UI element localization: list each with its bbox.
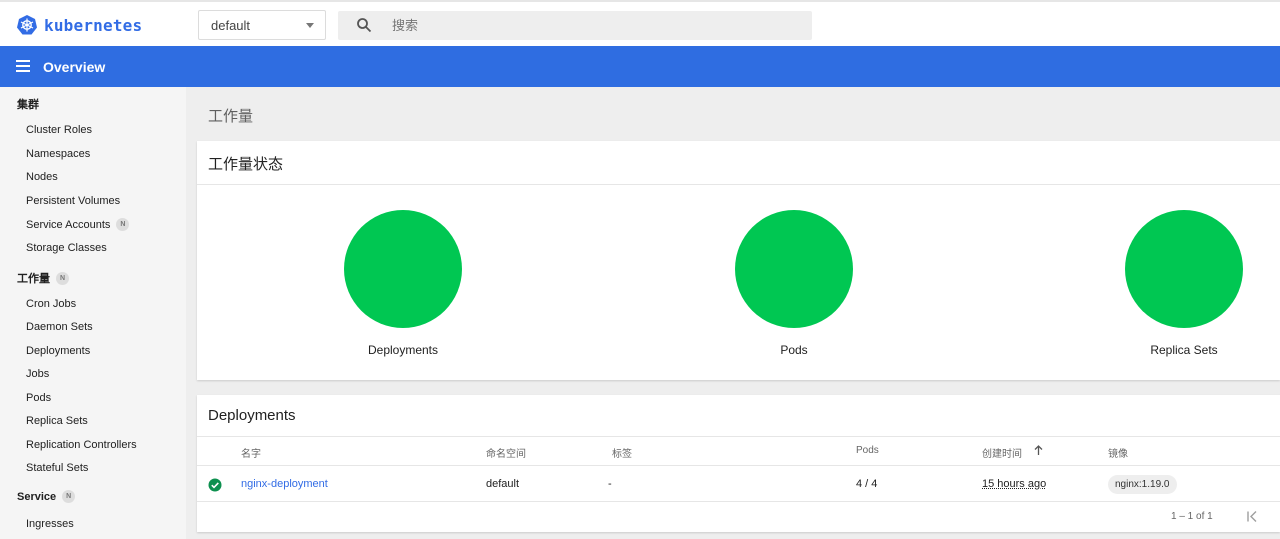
sidebar-item-jobs[interactable]: Jobs: [26, 368, 49, 380]
brand-name: kubernetes: [44, 15, 143, 35]
replica-sets-chart-label: Replica Sets: [1150, 343, 1218, 357]
divider: [197, 501, 1280, 502]
column-header-namespace: 命名空间: [486, 449, 526, 460]
sidebar-item-label: Pods: [26, 392, 52, 404]
namespaced-badge: N: [56, 271, 69, 285]
sidebar-item-nodes[interactable]: Nodes: [26, 171, 58, 183]
column-header-pods: Pods: [856, 445, 879, 456]
deployments-card: Deployments 名字 命名空间 标签 Pods 创建时间 镜像 ngin…: [197, 395, 1280, 532]
namespace-cell: default: [486, 478, 520, 490]
sidebar-item-stateful-sets[interactable]: Stateful Sets: [26, 462, 88, 474]
sidebar-item-ingresses[interactable]: Ingresses: [26, 518, 74, 530]
search-input[interactable]: [392, 11, 792, 40]
sidebar-item-namespaces[interactable]: Namespaces: [26, 148, 90, 160]
sidebar: 集群 Cluster Roles Namespaces Nodes Persis…: [0, 87, 186, 539]
column-header-labels: 标签: [612, 449, 632, 460]
first-page-icon[interactable]: [1246, 510, 1260, 523]
sidebar-item-cluster-roles[interactable]: Cluster Roles: [26, 124, 92, 136]
brand-logo[interactable]: kubernetes: [16, 14, 142, 36]
sidebar-item-pods[interactable]: Pods: [26, 392, 51, 404]
menu-icon[interactable]: [16, 60, 30, 72]
sidebar-item-storage-classes[interactable]: Storage Classes: [26, 242, 107, 254]
divider: [197, 436, 1280, 437]
page-title: 工作量: [208, 108, 254, 125]
workload-status-card: 工作量状态 Deployments Pods Replica Sets: [197, 141, 1280, 380]
sidebar-section-cluster[interactable]: 集群: [17, 96, 39, 112]
arrow-up-icon[interactable]: [1034, 445, 1043, 455]
sidebar-item-replication-controllers[interactable]: Replication Controllers: [26, 439, 137, 451]
sidebar-item-replica-sets[interactable]: Replica Sets: [26, 415, 88, 427]
sidebar-item-cron-jobs[interactable]: Cron Jobs: [26, 298, 76, 310]
namespace-value: default: [211, 18, 251, 33]
card-title: Deployments: [208, 407, 296, 424]
sidebar-item-persistent-volumes[interactable]: Persistent Volumes: [26, 195, 120, 207]
image-chip: nginx:1.19.0: [1108, 475, 1177, 494]
sidebar-item-label: Replication Controllers: [26, 439, 137, 451]
sidebar-section-label: 工作量: [17, 273, 50, 285]
pods-chart-label: Pods: [780, 343, 808, 357]
sidebar-item-label: Cluster Roles: [26, 124, 93, 136]
sidebar-item-label: Deployments: [26, 345, 91, 357]
sidebar-section-workloads[interactable]: 工作量 N: [17, 270, 69, 286]
kubernetes-helm-icon: [17, 15, 37, 35]
namespaced-badge: N: [116, 218, 130, 231]
sidebar-item-label: Replica Sets: [26, 415, 88, 427]
sidebar-section-label: Service: [17, 490, 57, 503]
column-header-images: 镜像: [1108, 449, 1128, 460]
divider: [197, 184, 1280, 185]
page-header-title: Overview: [43, 59, 106, 75]
sidebar-item-label: Namespaces: [26, 148, 91, 160]
deployments-chart-label: Deployments: [367, 343, 439, 357]
pods-status-chart[interactable]: [735, 210, 853, 328]
card-title: 工作量状态: [208, 156, 284, 173]
sidebar-item-label: Nodes: [26, 171, 58, 183]
sidebar-item-label: Service Accounts: [26, 218, 111, 231]
deployments-status-chart[interactable]: [344, 210, 462, 328]
column-header-created[interactable]: 创建时间: [982, 445, 1022, 460]
replica-sets-status-chart[interactable]: [1125, 210, 1243, 328]
pods-cell: 4 / 4: [856, 478, 878, 490]
sidebar-item-label: Stateful Sets: [26, 462, 89, 474]
created-cell: 15 hours ago: [982, 478, 1047, 490]
sidebar-item-label: Storage Classes: [26, 242, 107, 254]
sidebar-item-label: Ingresses: [26, 518, 74, 530]
running-check-icon: [208, 478, 222, 492]
search-icon: [357, 18, 372, 33]
sidebar-item-service-accounts[interactable]: Service Accounts N: [26, 218, 130, 231]
chevron-down-icon: [306, 23, 314, 28]
sidebar-section-label: 集群: [17, 99, 39, 111]
app-bar: Overview: [0, 46, 1280, 87]
sidebar-item-label: Jobs: [26, 368, 50, 380]
column-header-name: 名字: [241, 449, 261, 460]
sidebar-item-daemon-sets[interactable]: Daemon Sets: [26, 321, 93, 333]
sidebar-item-label: Daemon Sets: [26, 321, 93, 333]
search-bar[interactable]: [338, 11, 812, 40]
namespaced-badge: N: [62, 490, 76, 503]
labels-cell: -: [608, 478, 612, 490]
namespace-select[interactable]: default: [198, 10, 326, 40]
top-bar: kubernetes default: [0, 0, 1280, 46]
sidebar-item-label: Persistent Volumes: [26, 195, 121, 207]
divider: [197, 465, 1280, 466]
sidebar-item-label: Cron Jobs: [26, 298, 77, 310]
deployment-name-link[interactable]: nginx-deployment: [241, 478, 328, 490]
sidebar-section-service[interactable]: Service N: [17, 490, 76, 503]
sidebar-item-deployments[interactable]: Deployments: [26, 345, 90, 357]
pagination-range: 1 – 1 of 1: [1171, 511, 1213, 522]
